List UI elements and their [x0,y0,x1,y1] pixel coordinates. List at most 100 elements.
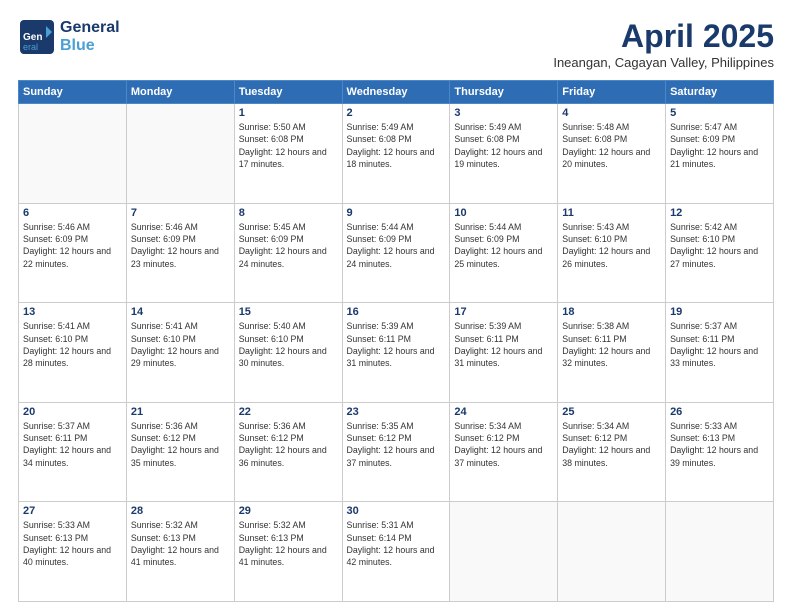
day-number: 14 [131,306,230,318]
day-info: Sunrise: 5:50 AMSunset: 6:08 PMDaylight:… [239,121,338,170]
calendar-cell: 28Sunrise: 5:32 AMSunset: 6:13 PMDayligh… [126,502,234,602]
day-info: Sunrise: 5:45 AMSunset: 6:09 PMDaylight:… [239,221,338,270]
calendar-cell: 23 Sunrise: 5:35 AMSunset: 6:12 PMDayligh… [342,402,450,502]
day-number: 10 [454,207,553,219]
day-number: 25 [562,406,661,418]
day-info: Sunrise: 5:31 AMSunset: 6:14 PMDaylight:… [347,519,446,568]
day-number: 26 [670,406,769,418]
calendar-cell: 8 Sunrise: 5:45 AMSunset: 6:09 PMDaylight… [234,203,342,303]
day-info: Sunrise: 5:49 AMSunset: 6:08 PMDaylight:… [454,121,553,170]
day-number: 28 [131,505,230,517]
calendar-cell: 21Sunrise: 5:36 AMSunset: 6:12 PMDayligh… [126,402,234,502]
day-info: Sunrise: 5:39 AMSunset: 6:11 PMDaylight:… [347,320,446,369]
day-number: 21 [131,406,230,418]
page: Gen eral General Blue April 2025 Ineanga… [0,0,792,612]
title-block: April 2025 Ineangan, Cagayan Valley, Phi… [553,18,774,70]
calendar-cell: 9 Sunrise: 5:44 AMSunset: 6:09 PMDaylight… [342,203,450,303]
calendar-week-3: 20Sunrise: 5:37 AMSunset: 6:11 PMDayligh… [19,402,774,502]
day-number: 3 [454,107,553,119]
calendar-cell: 26 Sunrise: 5:33 AMSunset: 6:13 PMDayligh… [666,402,774,502]
day-info: Sunrise: 5:42 AMSunset: 6:10 PMDaylight:… [670,221,769,270]
calendar-cell: 22Sunrise: 5:36 AMSunset: 6:12 PMDayligh… [234,402,342,502]
day-info: Sunrise: 5:37 AMSunset: 6:11 PMDaylight:… [23,420,122,469]
day-info: Sunrise: 5:41 AMSunset: 6:10 PMDaylight:… [131,320,230,369]
day-number: 9 [347,207,446,219]
day-number: 5 [670,107,769,119]
day-info: Sunrise: 5:48 AMSunset: 6:08 PMDaylight:… [562,121,661,170]
day-info: Sunrise: 5:32 AMSunset: 6:13 PMDaylight:… [239,519,338,568]
day-number: 17 [454,306,553,318]
calendar-cell [19,104,127,204]
col-sunday: Sunday [19,81,127,104]
month-title: April 2025 [553,18,774,55]
location: Ineangan, Cagayan Valley, Philippines [553,55,774,70]
day-number: 24 [454,406,553,418]
day-info: Sunrise: 5:34 AMSunset: 6:12 PMDaylight:… [454,420,553,469]
calendar-cell: 24 Sunrise: 5:34 AMSunset: 6:12 PMDayligh… [450,402,558,502]
day-number: 1 [239,107,338,119]
calendar-cell: 4 Sunrise: 5:48 AMSunset: 6:08 PMDaylight… [558,104,666,204]
day-info: Sunrise: 5:44 AMSunset: 6:09 PMDaylight:… [347,221,446,270]
col-thursday: Thursday [450,81,558,104]
calendar-cell: 7Sunrise: 5:46 AMSunset: 6:09 PMDaylight… [126,203,234,303]
calendar-cell: 13 Sunrise: 5:41 AMSunset: 6:10 PMDayligh… [19,303,127,403]
calendar-cell: 17Sunrise: 5:39 AMSunset: 6:11 PMDayligh… [450,303,558,403]
day-number: 8 [239,207,338,219]
day-number: 27 [23,505,122,517]
logo: Gen eral General Blue [18,18,120,56]
day-number: 11 [562,207,661,219]
day-info: Sunrise: 5:38 AMSunset: 6:11 PMDaylight:… [562,320,661,369]
calendar-cell: 19 Sunrise: 5:37 AMSunset: 6:11 PMDayligh… [666,303,774,403]
logo-line2: Blue [60,37,120,55]
day-info: Sunrise: 5:35 AMSunset: 6:12 PMDaylight:… [347,420,446,469]
day-info: Sunrise: 5:47 AMSunset: 6:09 PMDaylight:… [670,121,769,170]
day-info: Sunrise: 5:33 AMSunset: 6:13 PMDaylight:… [670,420,769,469]
calendar-cell: 29 Sunrise: 5:32 AMSunset: 6:13 PMDayligh… [234,502,342,602]
calendar-cell: 1 Sunrise: 5:50 AMSunset: 6:08 PMDaylight… [234,104,342,204]
calendar-cell: 16 Sunrise: 5:39 AMSunset: 6:11 PMDayligh… [342,303,450,403]
svg-text:eral: eral [23,42,38,52]
col-saturday: Saturday [666,81,774,104]
day-number: 29 [239,505,338,517]
calendar-cell: 30 Sunrise: 5:31 AMSunset: 6:14 PMDayligh… [342,502,450,602]
col-friday: Friday [558,81,666,104]
day-number: 19 [670,306,769,318]
calendar-week-1: 6Sunrise: 5:46 AMSunset: 6:09 PMDaylight… [19,203,774,303]
calendar-cell [558,502,666,602]
day-number: 2 [347,107,446,119]
day-info: Sunrise: 5:46 AMSunset: 6:09 PMDaylight:… [23,221,122,270]
calendar-cell: 6Sunrise: 5:46 AMSunset: 6:09 PMDaylight… [19,203,127,303]
day-number: 30 [347,505,446,517]
header-row: Sunday Monday Tuesday Wednesday Thursday… [19,81,774,104]
day-number: 22 [239,406,338,418]
day-number: 18 [562,306,661,318]
calendar-week-2: 13 Sunrise: 5:41 AMSunset: 6:10 PMDayligh… [19,303,774,403]
calendar-cell: 15Sunrise: 5:40 AMSunset: 6:10 PMDayligh… [234,303,342,403]
calendar-cell: 14 Sunrise: 5:41 AMSunset: 6:10 PMDayligh… [126,303,234,403]
calendar-cell: 10Sunrise: 5:44 AMSunset: 6:09 PMDayligh… [450,203,558,303]
calendar-cell: 18 Sunrise: 5:38 AMSunset: 6:11 PMDayligh… [558,303,666,403]
calendar-cell: 27 Sunrise: 5:33 AMSunset: 6:13 PMDayligh… [19,502,127,602]
calendar-cell: 5 Sunrise: 5:47 AMSunset: 6:09 PMDaylight… [666,104,774,204]
col-wednesday: Wednesday [342,81,450,104]
calendar-cell [126,104,234,204]
day-number: 16 [347,306,446,318]
col-tuesday: Tuesday [234,81,342,104]
day-number: 4 [562,107,661,119]
day-info: Sunrise: 5:41 AMSunset: 6:10 PMDaylight:… [23,320,122,369]
col-monday: Monday [126,81,234,104]
calendar-cell [666,502,774,602]
calendar-cell [450,502,558,602]
day-number: 13 [23,306,122,318]
calendar-week-0: 1 Sunrise: 5:50 AMSunset: 6:08 PMDaylight… [19,104,774,204]
calendar-cell: 25Sunrise: 5:34 AMSunset: 6:12 PMDayligh… [558,402,666,502]
day-info: Sunrise: 5:37 AMSunset: 6:11 PMDaylight:… [670,320,769,369]
day-info: Sunrise: 5:40 AMSunset: 6:10 PMDaylight:… [239,320,338,369]
calendar-cell: 20Sunrise: 5:37 AMSunset: 6:11 PMDayligh… [19,402,127,502]
day-number: 7 [131,207,230,219]
header: Gen eral General Blue April 2025 Ineanga… [18,18,774,70]
day-number: 23 [347,406,446,418]
calendar-cell: 11 Sunrise: 5:43 AMSunset: 6:10 PMDayligh… [558,203,666,303]
day-info: Sunrise: 5:43 AMSunset: 6:10 PMDaylight:… [562,221,661,270]
day-info: Sunrise: 5:33 AMSunset: 6:13 PMDaylight:… [23,519,122,568]
